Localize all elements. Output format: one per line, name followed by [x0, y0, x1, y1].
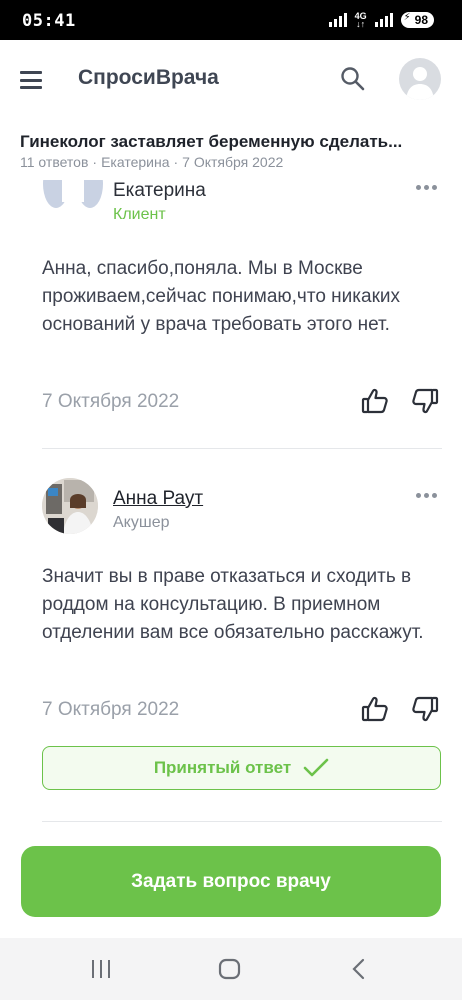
answer-text: Значит вы в праве отказаться и сходить в… — [42, 566, 424, 643]
answers-list: Екатерина Клиент Анна, спасибо,поняла. М… — [0, 180, 462, 838]
answer-author-role: Акушер — [113, 514, 170, 531]
answer-date: 7 Октября 2022 — [42, 391, 180, 412]
signal-icon-2 — [374, 13, 393, 27]
question-author: Екатерина — [101, 154, 170, 170]
home-icon[interactable] — [218, 958, 242, 980]
status-time: 05:41 — [22, 11, 76, 31]
app-header: СпросиВрача — [0, 40, 462, 120]
menu-icon[interactable] — [20, 71, 42, 89]
thumbs-down-icon[interactable] — [411, 387, 439, 415]
doctor-avatar-icon[interactable] — [42, 478, 98, 534]
system-nav-bar — [0, 938, 462, 1000]
recent-apps-icon[interactable] — [89, 958, 113, 980]
question-date: 7 Октября 2022 — [182, 154, 284, 170]
accepted-answer-label: Принятый ответ — [153, 758, 292, 777]
more-options-icon[interactable] — [416, 493, 437, 498]
answer-date: 7 Октября 2022 — [42, 699, 180, 720]
accepted-answer-badge: Принятый ответ — [42, 746, 441, 790]
answer-author-name[interactable]: Анна Раут — [113, 488, 203, 510]
cta-area: Задать вопрос врачу — [0, 838, 462, 938]
network-type: 4G ↓↑ — [354, 11, 367, 29]
answer-author-role: Клиент — [113, 206, 166, 223]
battery-icon: 98 — [400, 12, 434, 28]
thumbs-up-icon[interactable] — [361, 695, 389, 723]
search-icon[interactable] — [340, 66, 366, 92]
user-avatar-icon[interactable] — [399, 58, 441, 100]
status-bar: 05:41 4G↓↑ 98 — [0, 0, 462, 40]
app-logo[interactable]: СпросиВрача — [78, 66, 219, 90]
answer-author-name[interactable]: Екатерина — [113, 180, 206, 202]
signal-icon — [328, 13, 347, 27]
question-header: Гинеколог заставляет беременную сделать.… — [0, 120, 462, 180]
answers-count: 11 ответов — [20, 154, 89, 170]
thumbs-up-icon[interactable] — [361, 387, 389, 415]
ask-doctor-button[interactable]: Задать вопрос врачу — [21, 846, 441, 917]
thumbs-down-icon[interactable] — [411, 695, 439, 723]
answer-card: Анна Раут Акушер Значит вы в праве отказ… — [0, 478, 462, 818]
question-meta: 11 ответов · Екатерина · 7 Октября 2022 — [20, 154, 284, 170]
more-options-icon[interactable] — [416, 185, 437, 190]
back-icon[interactable] — [348, 958, 372, 980]
divider — [42, 448, 442, 449]
status-icons: 4G↓↑ 98 — [328, 11, 434, 29]
question-title[interactable]: Гинеколог заставляет беременную сделать.… — [20, 132, 402, 152]
client-avatar-icon[interactable] — [42, 180, 103, 216]
divider — [42, 821, 442, 822]
answer-text: Анна, спасибо,поняла. Мы в Москве прожив… — [42, 258, 400, 335]
answer-card: Екатерина Клиент Анна, спасибо,поняла. М… — [0, 180, 462, 450]
checkmark-icon — [303, 758, 329, 777]
